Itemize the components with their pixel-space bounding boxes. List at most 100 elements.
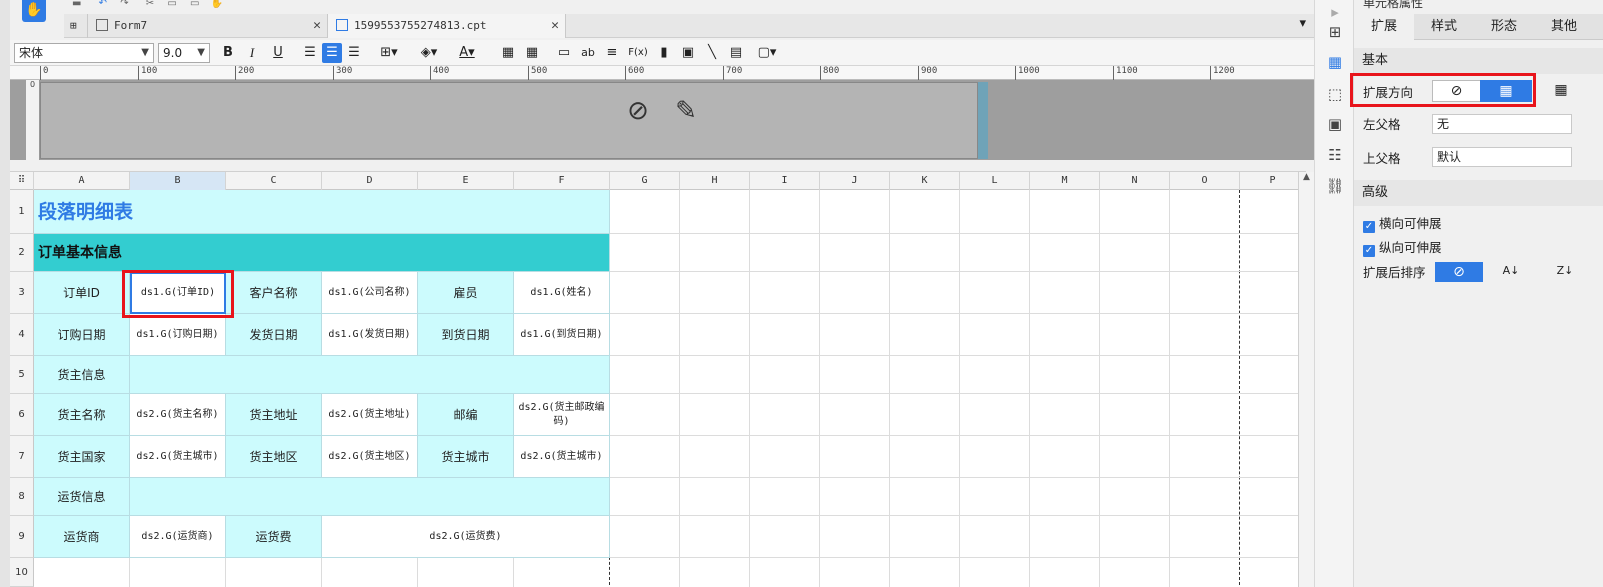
column-header[interactable]: N (1100, 172, 1170, 190)
column-header[interactable]: C (226, 172, 322, 190)
vertical-expand-checkbox[interactable]: ✓ 纵向可伸展 (1363, 237, 1442, 257)
data-cell[interactable]: ds1.G(订购日期) (130, 314, 226, 356)
tab-style[interactable]: 样式 (1414, 14, 1474, 40)
italic-button[interactable]: I (242, 43, 262, 63)
merged-cell[interactable] (130, 478, 610, 516)
align-right-icon[interactable]: ☰ (344, 43, 364, 63)
column-header[interactable]: D (322, 172, 418, 190)
pencil-icon[interactable]: ✎ (668, 96, 704, 128)
column-header[interactable]: G (610, 172, 680, 190)
element-icon[interactable]: ⬚ (1325, 84, 1345, 104)
font-size-select[interactable]: 9.0 ▼ (158, 43, 210, 63)
align-left-icon[interactable]: ☰ (300, 43, 320, 63)
data-cell[interactable]: ds1.G(姓名) (514, 272, 610, 314)
data-cell[interactable]: ds2.G(货主名称) (130, 394, 226, 436)
fill-color-icon[interactable]: ◈▾ (414, 43, 444, 63)
label-cell[interactable]: 货主信息 (34, 356, 130, 394)
arrow-icon[interactable]: ▸ (1325, 2, 1345, 22)
data-cell[interactable]: ds1.G(到货日期) (514, 314, 610, 356)
insert-chart-icon[interactable]: ▮ (654, 43, 674, 63)
insert-formula-icon[interactable]: F(x) (626, 43, 650, 63)
insert-rich-text-icon[interactable]: ≡ (602, 43, 622, 63)
label-cell[interactable]: 货主地址 (226, 394, 322, 436)
label-cell[interactable]: 运货费 (226, 516, 322, 558)
horizontal-expand-checkbox[interactable]: ✓ 横向可伸展 (1363, 213, 1442, 233)
column-header[interactable]: O (1170, 172, 1240, 190)
sort-descending-button[interactable]: Z↓ (1540, 262, 1590, 282)
column-header[interactable]: L (960, 172, 1030, 190)
data-cell[interactable]: ds2.G(货主地址) (322, 394, 418, 436)
paste-icon[interactable]: ▭ (190, 0, 199, 9)
save-icon[interactable]: ▬ (72, 0, 81, 9)
label-cell[interactable]: 运货商 (34, 516, 130, 558)
label-cell[interactable]: 邮编 (418, 394, 514, 436)
font-family-select[interactable]: 宋体 ▼ (14, 43, 154, 63)
label-cell[interactable]: 客户名称 (226, 272, 322, 314)
align-center-icon[interactable]: ☰ (322, 43, 342, 63)
column-header[interactable]: F (514, 172, 610, 190)
eye-slash-icon[interactable]: ⊘ (620, 96, 656, 128)
border-icon[interactable]: ⊞▾ (374, 43, 404, 63)
close-icon[interactable]: ✕ (313, 14, 321, 38)
tab-expand[interactable]: 扩展 (1354, 14, 1414, 40)
cell-properties-icon[interactable]: ▦ (1325, 52, 1345, 72)
tab-overflow-icon[interactable]: ▾ (1299, 16, 1306, 31)
condition-icon[interactable]: ☷ (1325, 145, 1345, 165)
row-header[interactable]: 1 (10, 190, 34, 234)
data-cell[interactable]: ds2.G(运货商) (130, 516, 226, 558)
row-header[interactable]: 3 (10, 272, 34, 314)
label-cell[interactable]: 货主国家 (34, 436, 130, 478)
sort-ascending-button[interactable]: A↓ (1486, 262, 1536, 282)
merge-cells-icon[interactable]: ▦ (498, 43, 518, 63)
format-painter-icon[interactable]: ✋ (211, 0, 223, 9)
data-cell[interactable]: ds2.G(货主城市) (514, 436, 610, 478)
column-header[interactable]: B (130, 172, 226, 190)
label-cell[interactable]: 订单ID (34, 272, 130, 314)
row-header[interactable]: 4 (10, 314, 34, 356)
row-header[interactable]: 10 (10, 558, 34, 587)
vertical-scrollbar[interactable]: ▲ (1298, 172, 1314, 587)
cut-icon[interactable]: ✂ (146, 0, 154, 9)
data-cell[interactable]: ds2.G(货主邮政编码) (514, 394, 610, 436)
copy-icon[interactable]: ▭ (167, 0, 176, 9)
layout-icon[interactable]: ⊞ (1325, 22, 1345, 42)
top-parent-input[interactable]: 默认 (1432, 147, 1572, 167)
merged-cell[interactable] (130, 356, 610, 394)
data-cell[interactable]: ds1.G(公司名称) (322, 272, 418, 314)
column-header[interactable]: P (1240, 172, 1306, 190)
data-cell[interactable]: ds2.G(货主地区) (322, 436, 418, 478)
column-header[interactable]: A (34, 172, 130, 190)
data-cell[interactable]: ds1.G(发货日期) (322, 314, 418, 356)
label-cell[interactable]: 货主城市 (418, 436, 514, 478)
close-icon[interactable]: ✕ (551, 14, 559, 38)
column-header[interactable]: M (1030, 172, 1100, 190)
undo-icon[interactable]: ↶ (99, 0, 107, 9)
link-icon[interactable]: ⛓ (1325, 176, 1345, 196)
app-logo-icon[interactable]: ✋ (22, 0, 46, 22)
splitter-bar[interactable] (10, 160, 1306, 172)
redo-icon[interactable]: ↷ (120, 0, 128, 9)
row-header[interactable]: 7 (10, 436, 34, 478)
label-cell[interactable]: 运货信息 (34, 478, 130, 516)
tab-cpt-file[interactable]: 1599553755274813.cpt ✕ (328, 14, 566, 38)
report-title[interactable]: 段落明细表 (34, 190, 610, 234)
row-header[interactable]: 2 (10, 234, 34, 272)
tab-form[interactable]: 形态 (1474, 14, 1534, 40)
insert-text-icon[interactable]: ab (578, 43, 598, 63)
sort-none-button[interactable]: ⊘ (1435, 262, 1483, 282)
left-parent-input[interactable]: 无 (1432, 114, 1572, 134)
insert-image-icon[interactable]: ▣ (678, 43, 698, 63)
data-cell[interactable]: ds2.G(运货费) (322, 516, 610, 558)
row-header[interactable]: 9 (10, 516, 34, 558)
column-header[interactable]: I (750, 172, 820, 190)
insert-field-icon[interactable]: ▭ (554, 43, 574, 63)
data-cell[interactable]: ds2.G(货主城市) (130, 436, 226, 478)
row-header[interactable]: 5 (10, 356, 34, 394)
insert-subreport-icon[interactable]: ▤ (726, 43, 746, 63)
font-color-icon[interactable]: A▾ (452, 43, 482, 63)
tab-menu-icon[interactable]: ⊞ (64, 14, 88, 38)
cell-element-icon[interactable]: ▢▾ (752, 43, 782, 63)
section-header-order[interactable]: 订单基本信息 (34, 234, 610, 272)
select-all-icon[interactable]: ⠿ (10, 172, 34, 190)
column-header[interactable]: E (418, 172, 514, 190)
